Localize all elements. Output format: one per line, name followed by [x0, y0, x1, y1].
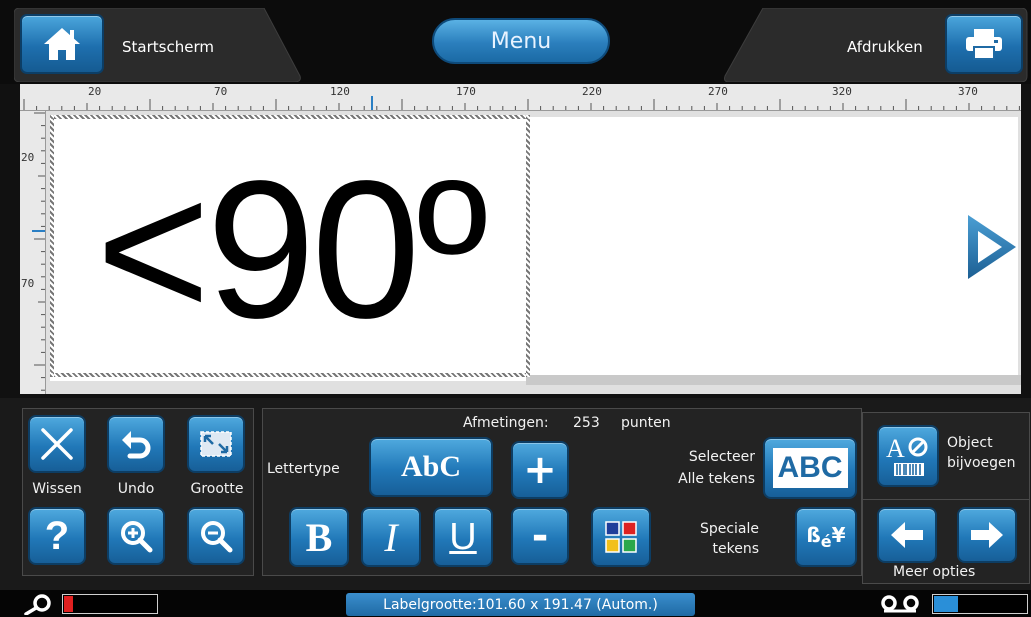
label-editor-app: Startscherm Menu Afdrukken 20 70 120 170: [0, 0, 1031, 617]
ruler-label: 120: [330, 85, 350, 98]
next-page-arrow-icon[interactable]: [964, 211, 1020, 283]
dimensions-value: 253: [573, 415, 600, 431]
home-label: Startscherm: [122, 38, 214, 56]
italic-icon: I: [384, 514, 398, 560]
ribbon-level-meter: [62, 594, 158, 614]
ruler-label: 20: [21, 151, 35, 164]
zoom-in-button[interactable]: [107, 507, 165, 565]
color-button[interactable]: [591, 507, 651, 567]
size-button[interactable]: [187, 415, 245, 473]
ruler-label: 20: [88, 85, 102, 98]
text-object-selected[interactable]: <90º: [50, 115, 530, 377]
print-panel: Afdrukken: [721, 8, 1031, 82]
ruler-label: 170: [456, 85, 476, 98]
select-all-button[interactable]: ABC: [763, 437, 857, 499]
undo-button[interactable]: [107, 415, 165, 473]
printer-icon: [966, 29, 1002, 60]
prev-options-button[interactable]: [877, 507, 937, 563]
tools-area: Wissen Undo Grootte ? Afmetingen: 253 pu…: [0, 398, 1031, 590]
ruler-label: 220: [582, 85, 602, 98]
svg-text:A: A: [886, 434, 905, 463]
home-button[interactable]: [20, 14, 104, 74]
label-edge-stripe: [526, 375, 1021, 385]
vertical-ruler: 20 70: [20, 111, 46, 394]
special-chars-label-2: tekens: [712, 541, 760, 557]
label-canvas: <90º: [46, 111, 1021, 394]
clear-button[interactable]: [28, 415, 86, 473]
increase-size-button[interactable]: +: [511, 441, 569, 499]
underline-icon: U: [449, 515, 477, 558]
add-object-icon: A: [886, 434, 928, 476]
next-options-button[interactable]: [957, 507, 1017, 563]
home-panel: Startscherm: [14, 8, 304, 82]
ruler-label: 270: [708, 85, 728, 98]
select-all-label-1: Selecteer: [688, 449, 755, 465]
zoom-out-button[interactable]: [187, 507, 245, 565]
minus-icon: -: [531, 513, 549, 559]
font-button-text: AbC: [400, 450, 461, 483]
tape-level-meter: [932, 594, 1028, 614]
zoom-in-icon: [121, 521, 153, 553]
undo-label: Undo: [117, 481, 155, 497]
close-icon: [41, 428, 73, 460]
select-all-label-2: Alle tekens: [678, 471, 755, 487]
font-button[interactable]: AbC: [369, 437, 493, 497]
bold-icon: B: [305, 514, 333, 560]
label-text: <90º: [95, 140, 488, 359]
ruler-label: 70: [21, 277, 35, 290]
ruler-ticks: [23, 96, 1020, 110]
font-label: Lettertype: [267, 461, 340, 477]
print-label: Afdrukken: [847, 38, 923, 56]
decrease-size-button[interactable]: -: [511, 507, 569, 565]
divider: [863, 499, 1029, 500]
italic-button[interactable]: I: [361, 507, 421, 567]
undo-icon: [122, 431, 151, 459]
text-format-group: Afmetingen: 253 punten Lettertype AbC + …: [262, 408, 862, 576]
status-bar: Labelgrootte:101.60 x 191.47 (Autom.): [0, 590, 1031, 617]
color-grid-icon: [605, 521, 637, 553]
object-group: A Object bijvoegen Meer opties: [862, 412, 1030, 584]
special-chars-button[interactable]: ßé¥: [795, 507, 857, 567]
ruler-label: 320: [832, 85, 852, 98]
add-object-button[interactable]: A: [877, 425, 939, 487]
ribbon-icon: [24, 594, 51, 615]
special-chars-icon: ßé¥: [806, 523, 846, 551]
menu-button[interactable]: Menu: [432, 18, 610, 64]
resize-icon: [200, 431, 232, 457]
more-options-label: Meer opties: [893, 564, 976, 580]
print-button[interactable]: [945, 14, 1023, 74]
abc-icon: ABC: [772, 448, 848, 488]
ruler-label: 70: [214, 85, 228, 98]
tape-icon: [881, 595, 919, 613]
special-chars-label-1: Speciale: [699, 521, 759, 537]
dimensions-unit: punten: [621, 415, 671, 431]
home-icon: [44, 28, 80, 60]
horizontal-ruler: 20 70 120 170 220 270 320 370: [20, 84, 1021, 111]
arrow-right-icon: [971, 522, 1003, 548]
help-button[interactable]: ?: [28, 507, 86, 565]
label-size-indicator[interactable]: Labelgrootte:101.60 x 191.47 (Autom.): [346, 593, 695, 616]
bold-button[interactable]: B: [289, 507, 349, 567]
size-label: Grootte: [190, 481, 244, 497]
edit-group: Wissen Undo Grootte ?: [22, 408, 254, 576]
add-object-label-1: Object: [947, 435, 993, 451]
arrow-left-icon: [891, 522, 923, 548]
underline-button[interactable]: U: [433, 507, 493, 567]
top-bar: Startscherm Menu Afdrukken: [0, 0, 1031, 84]
ribbon-level-fill: [64, 596, 74, 612]
tape-level-fill: [934, 596, 958, 612]
clear-label: Wissen: [32, 481, 82, 497]
dimensions-label: Afmetingen:: [463, 415, 549, 431]
zoom-out-icon: [201, 521, 233, 553]
text-object-body: <90º: [54, 119, 526, 373]
ruler-label: 370: [958, 85, 978, 98]
add-object-label-2: bijvoegen: [947, 455, 1016, 471]
plus-icon: +: [523, 447, 557, 493]
question-icon: ?: [44, 513, 70, 558]
